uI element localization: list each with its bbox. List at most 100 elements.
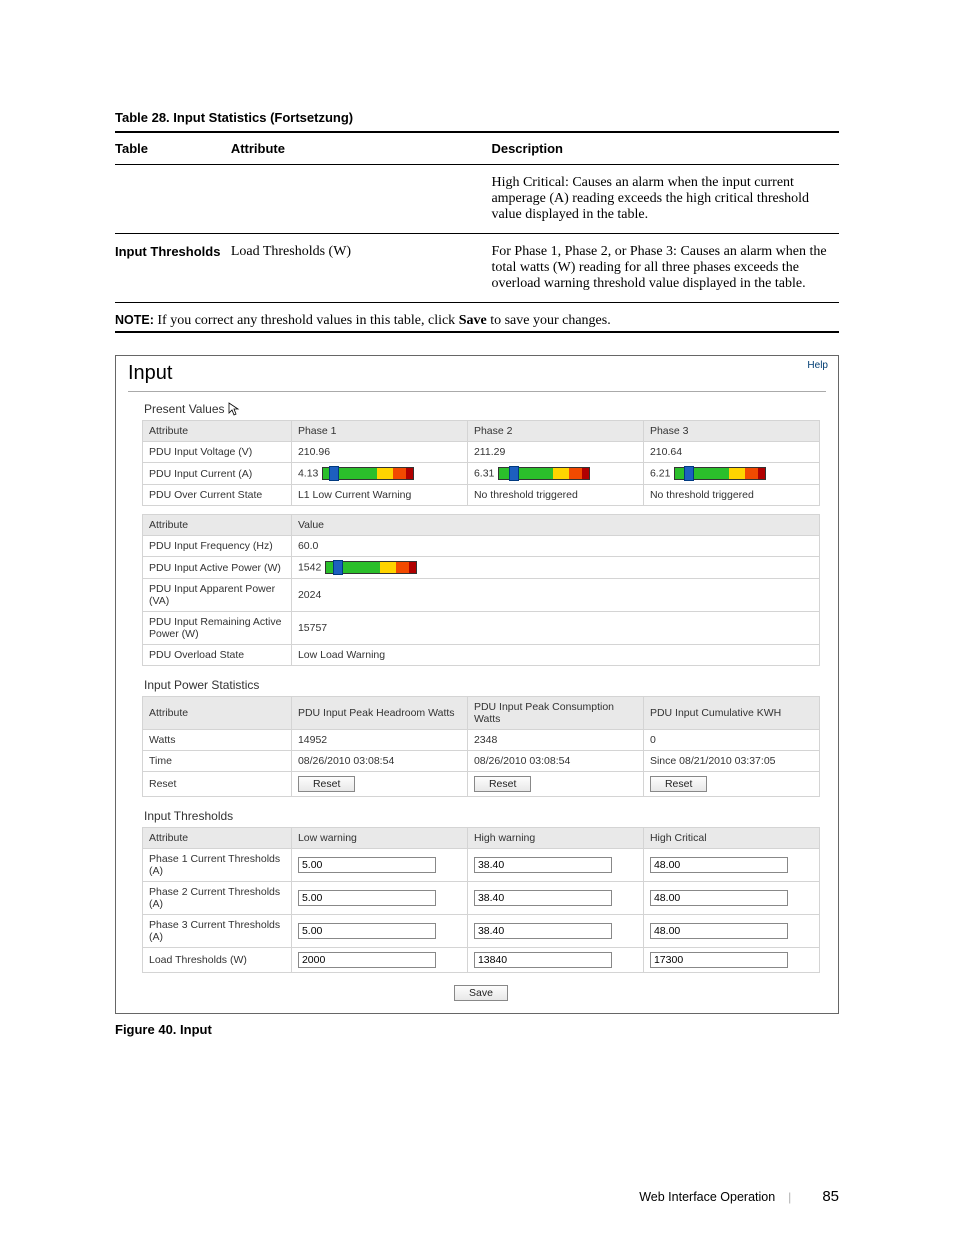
thresh-header-attr: Attribute: [143, 828, 292, 849]
stats-table: Attribute PDU Input Peak Headroom Watts …: [142, 696, 820, 797]
thresh-p2-label: Phase 2 Current Thresholds (A): [143, 882, 292, 915]
figure-caption: Figure 40. Input: [115, 1022, 839, 1037]
pv-current-p3-val: 6.21: [650, 467, 670, 479]
gauge-marker-icon: [684, 466, 694, 481]
cursor-icon: [228, 402, 240, 416]
footer-separator-icon: |: [788, 1189, 791, 1204]
present-values-table: Attribute Phase 1 Phase 2 Phase 3 PDU In…: [142, 420, 820, 506]
pv-ocstate-p3: No threshold triggered: [643, 485, 819, 506]
table-row: PDU Overload State Low Load Warning: [143, 645, 820, 666]
table-row: Attribute Phase 1 Phase 2 Phase 3: [143, 421, 820, 442]
gauge-bar-icon: [322, 467, 414, 480]
table-row: Phase 1 Current Thresholds (A): [143, 849, 820, 882]
pv-header-attr: Attribute: [143, 421, 292, 442]
table-row: PDU Input Voltage (V) 210.96 211.29 210.…: [143, 442, 820, 463]
present-values-text: Present Values: [144, 402, 225, 416]
table-note: NOTE: If you correct any threshold value…: [115, 313, 839, 329]
phase3-crit-input[interactable]: [650, 923, 788, 939]
stats-time-label: Time: [143, 751, 292, 772]
phase2-high-input[interactable]: [474, 890, 612, 906]
doc-table-header-row: Table Attribute Description: [115, 137, 839, 160]
pv-current-label: PDU Input Current (A): [143, 463, 292, 485]
phase1-crit-input[interactable]: [650, 857, 788, 873]
val-overload-label: PDU Overload State: [143, 645, 292, 666]
table-row: Reset Reset Reset Reset: [143, 772, 820, 797]
table-row: PDU Input Current (A) 4.13 6.31 6.21: [143, 463, 820, 485]
load-low-input[interactable]: [298, 952, 436, 968]
pv-ocstate-p2: No threshold triggered: [467, 485, 643, 506]
stats-time-c2: 08/26/2010 03:08:54: [467, 751, 643, 772]
val-apparent-label: PDU Input Apparent Power (VA): [143, 579, 292, 612]
thresh-header-crit: High Critical: [643, 828, 819, 849]
thresh-p1-label: Phase 1 Current Thresholds (A): [143, 849, 292, 882]
title-separator: [128, 391, 826, 392]
figure-screenshot: Help Input Present Values Attribute Phas…: [115, 355, 839, 1014]
footer-section: Web Interface Operation: [639, 1190, 775, 1204]
row2-attribute: Load Thresholds (W): [231, 238, 492, 298]
save-button[interactable]: Save: [454, 985, 508, 1001]
phase1-low-input[interactable]: [298, 857, 436, 873]
pv-voltage-label: PDU Input Voltage (V): [143, 442, 292, 463]
table-row: PDU Input Apparent Power (VA) 2024: [143, 579, 820, 612]
note-label: NOTE:: [115, 313, 154, 327]
present-values-label: Present Values: [144, 402, 820, 416]
val-active-val: 1542: [298, 561, 321, 573]
row-rule: [115, 233, 839, 234]
val-remaining-label: PDU Input Remaining Active Power (W): [143, 612, 292, 645]
pv-current-p2-val: 6.31: [474, 467, 494, 479]
gauge-bar-icon: [674, 467, 766, 480]
stats-header-c2: PDU Input Peak Consumption Watts: [467, 697, 643, 730]
stats-header-attr: Attribute: [143, 697, 292, 730]
pv-current-p2: 6.31: [467, 463, 643, 485]
table-row: Watts 14952 2348 0: [143, 730, 820, 751]
reset-button[interactable]: Reset: [474, 776, 531, 792]
table-row: Attribute Low warning High warning High …: [143, 828, 820, 849]
pv-ocstate-p1: L1 Low Current Warning: [291, 485, 467, 506]
phase2-low-input[interactable]: [298, 890, 436, 906]
thresholds-table: Attribute Low warning High warning High …: [142, 827, 820, 973]
load-crit-input[interactable]: [650, 952, 788, 968]
thresh-load-label: Load Thresholds (W): [143, 948, 292, 973]
table-row: PDU Input Remaining Active Power (W) 157…: [143, 612, 820, 645]
table-row: Phase 2 Current Thresholds (A): [143, 882, 820, 915]
reset-button[interactable]: Reset: [298, 776, 355, 792]
note-save: Save: [459, 313, 487, 328]
thresh-header-high: High warning: [467, 828, 643, 849]
gauge-bar-icon: [498, 467, 590, 480]
value-table: Attribute Value PDU Input Frequency (Hz)…: [142, 514, 820, 666]
stats-header-c1: PDU Input Peak Headroom Watts: [291, 697, 467, 730]
reset-button[interactable]: Reset: [650, 776, 707, 792]
pv-ocstate-label: PDU Over Current State: [143, 485, 292, 506]
gauge-bar-icon: [325, 561, 417, 574]
table-row: PDU Input Frequency (Hz) 60.0: [143, 536, 820, 557]
page-title: Input: [128, 362, 826, 385]
row2-table: Input Thresholds: [115, 238, 231, 298]
help-link[interactable]: Help: [807, 360, 828, 371]
gauge-marker-icon: [333, 560, 343, 575]
val-freq-label: PDU Input Frequency (Hz): [143, 536, 292, 557]
stats-watts-c2: 2348: [467, 730, 643, 751]
val-remaining-val: 15757: [291, 612, 819, 645]
pv-header-p2: Phase 2: [467, 421, 643, 442]
footer-page-number: 85: [822, 1188, 839, 1205]
stats-watts-label: Watts: [143, 730, 292, 751]
phase1-high-input[interactable]: [474, 857, 612, 873]
phase2-crit-input[interactable]: [650, 890, 788, 906]
gauge-marker-icon: [329, 466, 339, 481]
load-high-input[interactable]: [474, 952, 612, 968]
stats-watts-c3: 0: [643, 730, 819, 751]
stats-section-label: Input Power Statistics: [144, 678, 820, 692]
table-row: Time 08/26/2010 03:08:54 08/26/2010 03:0…: [143, 751, 820, 772]
header-table: Table: [115, 137, 231, 160]
note-text-b: to save your changes.: [487, 313, 611, 328]
table-caption: Table 28. Input Statistics (Fortsetzung): [115, 110, 839, 125]
table-row: Attribute Value: [143, 515, 820, 536]
pv-header-p3: Phase 3: [643, 421, 819, 442]
val-active-label: PDU Input Active Power (W): [143, 557, 292, 579]
row1-desc: High Critical: Causes an alarm when the …: [491, 169, 839, 229]
phase3-low-input[interactable]: [298, 923, 436, 939]
table-row: High Critical: Causes an alarm when the …: [115, 169, 839, 229]
table-row: PDU Over Current State L1 Low Current Wa…: [143, 485, 820, 506]
phase3-high-input[interactable]: [474, 923, 612, 939]
page-footer: Web Interface Operation | 85: [639, 1188, 839, 1205]
